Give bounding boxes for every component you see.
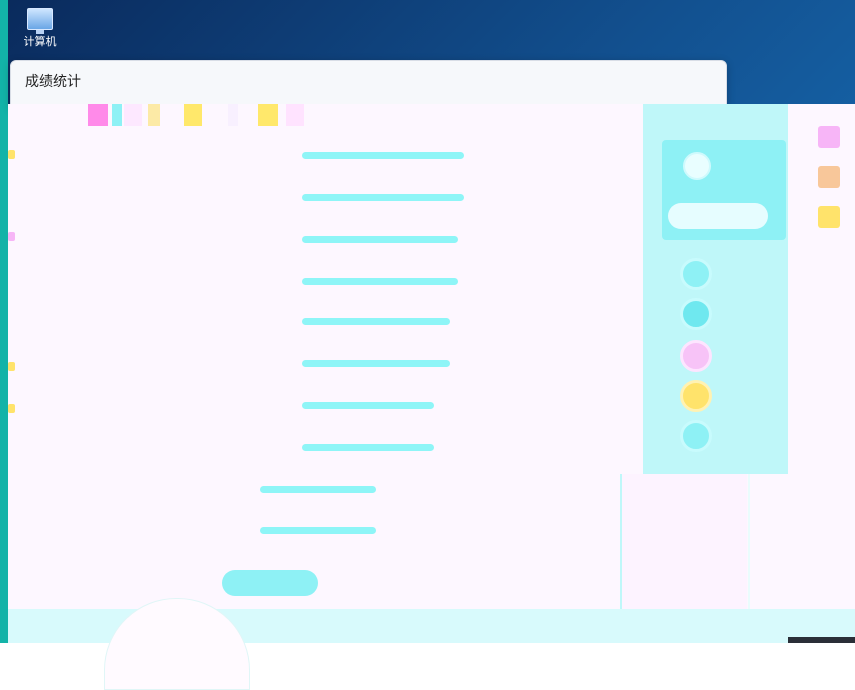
compass-icon[interactable] xyxy=(680,298,712,330)
text-line xyxy=(302,444,434,451)
grid-icon[interactable] xyxy=(680,420,712,452)
avatar[interactable] xyxy=(683,152,711,180)
profile-button[interactable] xyxy=(668,203,768,229)
text-line xyxy=(302,402,434,409)
desktop-computer-shortcut[interactable]: 计算机 xyxy=(18,8,62,49)
text-line xyxy=(302,236,458,243)
text-line xyxy=(302,194,464,201)
top-glitch-strip xyxy=(88,104,318,126)
settings-icon[interactable] xyxy=(680,340,712,372)
computer-icon xyxy=(27,8,53,34)
desktop-icon-label: 计算机 xyxy=(23,36,57,48)
glitch-fragment xyxy=(8,150,15,159)
chat-icon[interactable] xyxy=(680,380,712,412)
text-line xyxy=(302,152,464,159)
right-toolbar xyxy=(788,104,855,474)
text-line xyxy=(302,318,450,325)
text-line xyxy=(260,527,376,534)
glitch-fragment xyxy=(8,404,15,413)
tool-icon-orange[interactable] xyxy=(818,166,840,188)
screen-edge xyxy=(0,0,8,643)
glitch-fragment xyxy=(8,232,15,241)
window-title: 成绩统计 xyxy=(25,73,81,89)
tool-icon-pink[interactable] xyxy=(818,126,840,148)
text-line xyxy=(260,486,376,493)
text-line xyxy=(302,360,450,367)
bottom-right-panel xyxy=(748,474,855,609)
text-line xyxy=(302,278,458,285)
bottom-mid-panel xyxy=(620,474,747,609)
screen-corner xyxy=(788,637,855,643)
message-icon[interactable] xyxy=(680,258,712,290)
primary-action-button[interactable] xyxy=(222,570,318,596)
tool-icon-yellow[interactable] xyxy=(818,206,840,228)
app-window: 成绩统计 xyxy=(10,60,727,110)
glitch-fragment xyxy=(8,362,15,371)
